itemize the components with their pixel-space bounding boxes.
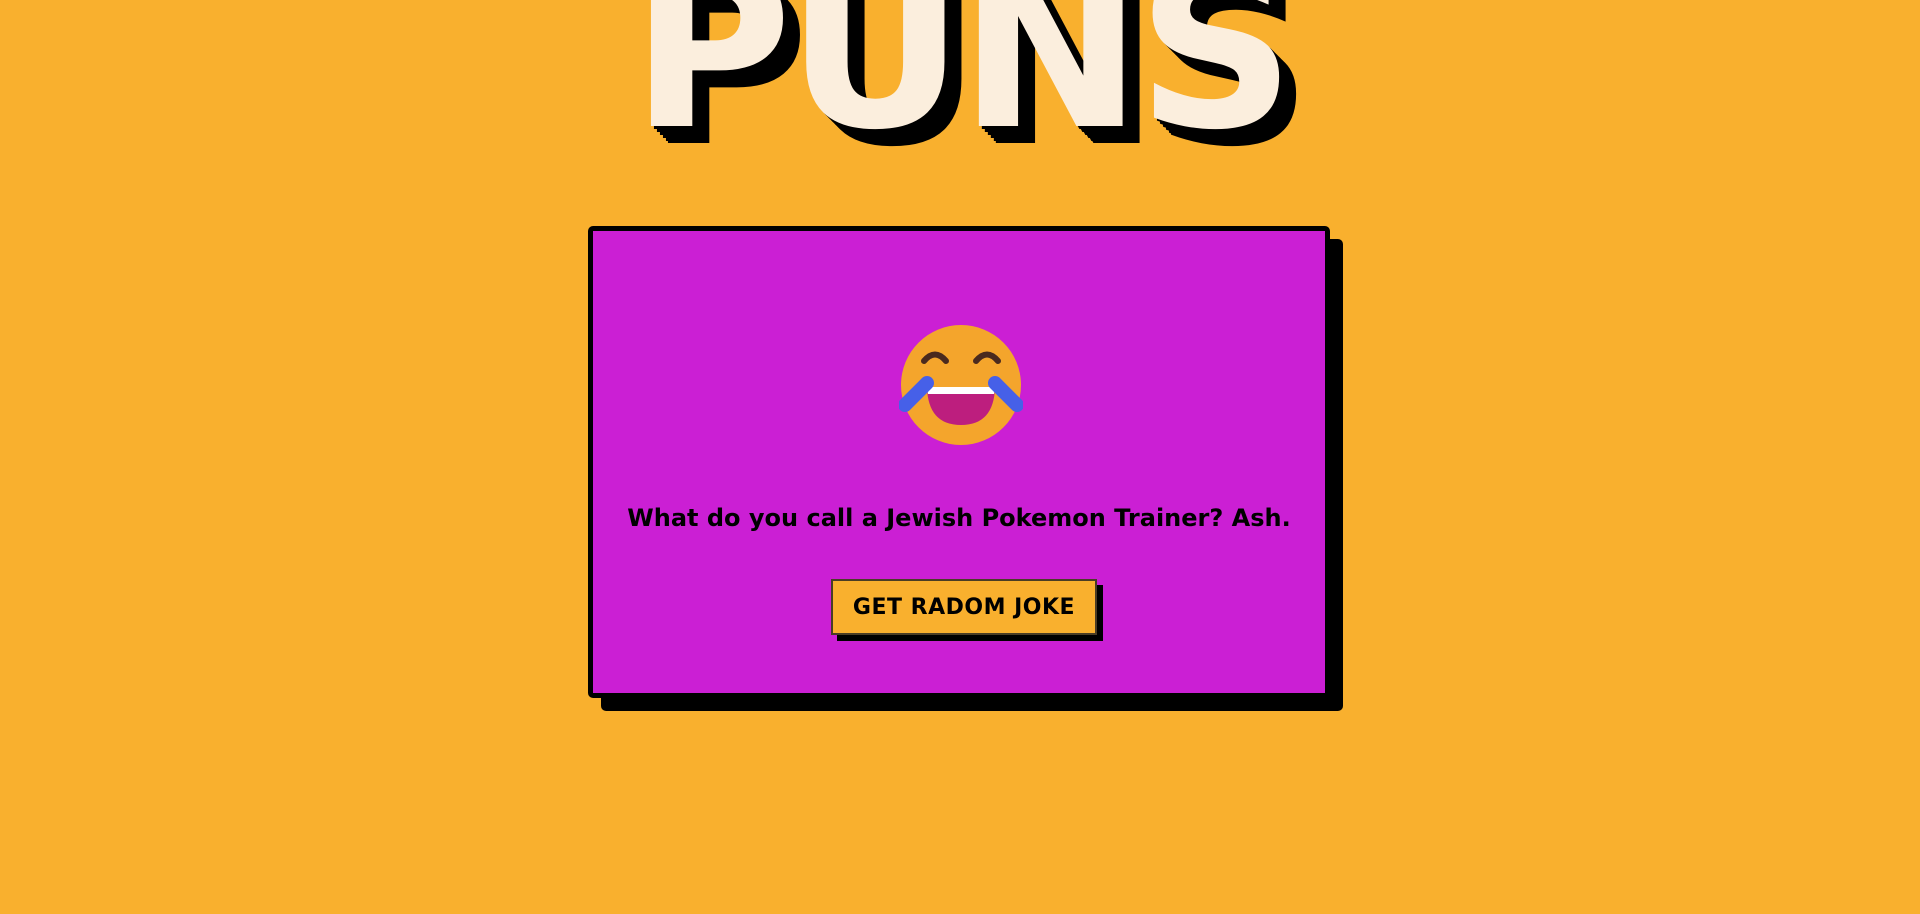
joke-text: What do you call a Jewish Pokemon Traine… bbox=[627, 504, 1291, 532]
get-random-joke-button[interactable]: GET RADOM JOKE bbox=[831, 579, 1097, 635]
joke-card: What do you call a Jewish Pokemon Traine… bbox=[588, 226, 1330, 698]
face-with-tears-of-joy-icon bbox=[899, 323, 1023, 447]
site-title: PUNS bbox=[630, 0, 1295, 178]
